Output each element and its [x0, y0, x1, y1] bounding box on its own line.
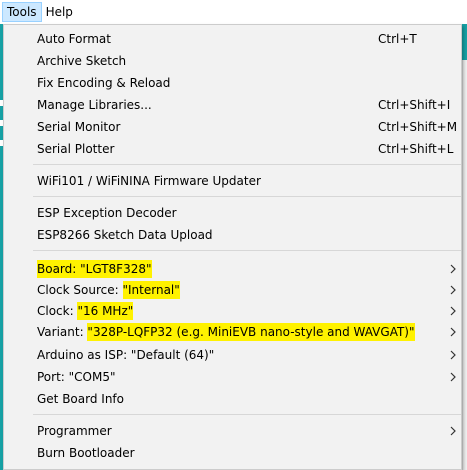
menu-item-label: Variant: "328P-LQFP32 (e.g. MiniEVB nano…	[37, 321, 415, 343]
menu-item-archive-sketch[interactable]: Archive Sketch	[4, 50, 461, 72]
highlighted-text: "Internal"	[122, 281, 180, 299]
menu-item-programmer[interactable]: Programmer	[4, 420, 461, 442]
chevron-right-icon	[450, 372, 456, 382]
menu-item-wifi-firmware-updater[interactable]: WiFi101 / WiFiNINA Firmware Updater	[4, 170, 461, 192]
menu-item-esp8266-data-upload[interactable]: ESP8266 Sketch Data Upload	[4, 224, 461, 246]
menu-item-auto-format[interactable]: Auto Format Ctrl+T	[4, 28, 461, 50]
menu-item-shortcut: Ctrl+Shift+M	[378, 120, 458, 134]
menu-item-label: Serial Monitor	[37, 120, 121, 134]
menu-item-esp-exception-decoder[interactable]: ESP Exception Decoder	[4, 202, 461, 224]
menu-tools[interactable]: Tools	[2, 2, 42, 22]
menu-item-label: Clock Source: "Internal"	[37, 279, 180, 301]
menu-item-label: WiFi101 / WiFiNINA Firmware Updater	[37, 174, 261, 188]
menu-item-label: Archive Sketch	[37, 54, 127, 68]
menu-item-label: Port: "COM5"	[37, 370, 116, 384]
menu-item-clock[interactable]: Clock: "16 MHz"	[4, 300, 461, 322]
menu-item-fix-encoding[interactable]: Fix Encoding & Reload	[4, 72, 461, 94]
editor-window-right-edge	[462, 24, 467, 470]
chevron-right-icon	[450, 426, 456, 436]
menu-item-serial-plotter[interactable]: Serial Plotter Ctrl+Shift+L	[4, 138, 461, 160]
tools-dropdown-menu: Auto Format Ctrl+T Archive Sketch Fix En…	[3, 24, 462, 470]
menu-separator	[33, 250, 461, 251]
menu-item-clock-source[interactable]: Clock Source: "Internal"	[4, 279, 461, 301]
menu-item-label: Manage Libraries...	[37, 98, 152, 112]
highlighted-text: "328P-LQFP32 (e.g. MiniEVB nano-style an…	[87, 323, 415, 341]
menu-item-label: Programmer	[37, 424, 112, 438]
menu-item-label: Board: "LGT8F328"	[37, 258, 152, 280]
chevron-right-icon	[450, 306, 456, 316]
menu-item-label: Burn Bootloader	[37, 446, 135, 460]
menu-item-shortcut: Ctrl+Shift+L	[378, 142, 454, 156]
chevron-right-icon	[450, 350, 456, 360]
menu-item-prefix: Clock:	[37, 304, 78, 318]
menu-item-manage-libraries[interactable]: Manage Libraries... Ctrl+Shift+I	[4, 94, 461, 116]
menu-bar: Tools Help	[0, 0, 467, 24]
highlighted-text: "16 MHz"	[77, 302, 134, 320]
menu-item-port[interactable]: Port: "COM5"	[4, 366, 461, 388]
menu-separator	[33, 196, 461, 197]
menu-item-label: ESP Exception Decoder	[37, 206, 177, 220]
menu-item-shortcut: Ctrl+Shift+I	[378, 98, 451, 112]
menu-item-prefix: Variant:	[37, 325, 88, 339]
menu-separator	[33, 414, 461, 415]
menu-item-label: Clock: "16 MHz"	[37, 300, 134, 322]
menu-item-label: Fix Encoding & Reload	[37, 76, 171, 90]
menu-item-variant[interactable]: Variant: "328P-LQFP32 (e.g. MiniEVB nano…	[4, 321, 461, 343]
menu-item-label: ESP8266 Sketch Data Upload	[37, 228, 213, 242]
menu-separator	[33, 164, 461, 165]
menu-item-label: Arduino as ISP: "Default (64)"	[37, 348, 215, 362]
menu-item-arduino-as-isp[interactable]: Arduino as ISP: "Default (64)"	[4, 344, 461, 366]
screen: Tools Help Auto Format Ctrl+T Archive Sk…	[0, 0, 467, 470]
menu-item-board[interactable]: Board: "LGT8F328"	[4, 258, 461, 280]
chevron-right-icon	[450, 264, 456, 274]
menu-item-shortcut: Ctrl+T	[378, 32, 417, 46]
chevron-right-icon	[450, 285, 456, 295]
menu-item-get-board-info[interactable]: Get Board Info	[4, 388, 461, 410]
menu-help[interactable]: Help	[42, 2, 77, 22]
highlighted-text: Board: "LGT8F328"	[37, 260, 152, 278]
editor-toolbar-edge	[462, 24, 467, 60]
menu-item-prefix: Clock Source:	[37, 283, 123, 297]
menu-item-label: Serial Plotter	[37, 142, 115, 156]
menu-item-serial-monitor[interactable]: Serial Monitor Ctrl+Shift+M	[4, 116, 461, 138]
menu-item-label: Auto Format	[37, 32, 111, 46]
chevron-right-icon	[450, 327, 456, 337]
menu-item-burn-bootloader[interactable]: Burn Bootloader	[4, 442, 461, 464]
menu-item-label: Get Board Info	[37, 392, 124, 406]
